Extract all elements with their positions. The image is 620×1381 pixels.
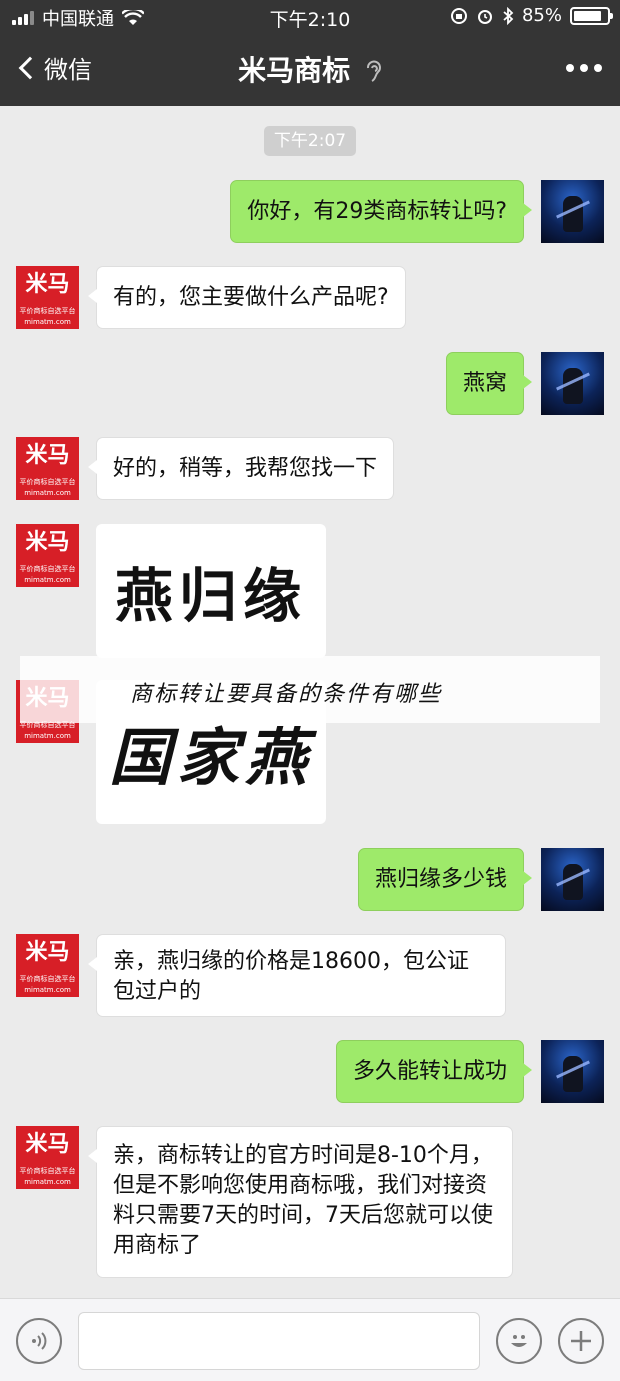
status-bar: 中国联通 下午2:10 85% bbox=[0, 0, 620, 34]
shop-avatar[interactable]: 米马平价商标自选平台 mimatm.com bbox=[16, 437, 79, 500]
battery-percent: 85% bbox=[521, 5, 562, 26]
my-avatar[interactable] bbox=[541, 1040, 604, 1103]
chat-title: 米马商标 bbox=[0, 49, 620, 89]
emoji-icon[interactable] bbox=[496, 1318, 542, 1364]
nav-bar: 微信 米马商标 bbox=[0, 36, 620, 106]
my-message-bubble[interactable]: 燕归缘多少钱 bbox=[357, 848, 533, 911]
time-divider: 下午2:07 bbox=[264, 126, 356, 156]
my-message-bubble[interactable]: 多久能转让成功 bbox=[335, 1040, 533, 1103]
status-right: 85% bbox=[450, 5, 613, 26]
my-avatar[interactable] bbox=[541, 352, 604, 415]
rotation-lock-icon bbox=[450, 7, 467, 24]
my-message-bubble[interactable]: 你好，有29类商标转让吗? bbox=[230, 180, 532, 243]
chat-title-text: 米马商标 bbox=[238, 54, 351, 87]
battery-fill bbox=[574, 10, 602, 21]
trademark-image-text: 燕归缘 bbox=[114, 562, 307, 630]
caption-overlay-text: 商标转让要具备的条件有哪些 bbox=[130, 682, 443, 707]
voice-glyph bbox=[32, 1332, 47, 1350]
plus-glyph bbox=[571, 1331, 591, 1351]
top-bar: 中国联通 下午2:10 85% 微信 米马商标 bbox=[0, 0, 620, 106]
input-bar bbox=[0, 1298, 620, 1381]
my-message-bubble[interactable]: 燕窝 bbox=[445, 352, 533, 415]
ear-icon bbox=[366, 60, 381, 82]
shop-message-bubble[interactable]: 好的，稍等，我帮您找一下 bbox=[87, 437, 395, 500]
shop-avatar[interactable]: 米马平价商标自选平台 mimatm.com bbox=[16, 1126, 79, 1189]
message-input[interactable] bbox=[78, 1312, 480, 1370]
plus-icon[interactable] bbox=[558, 1318, 604, 1364]
shop-avatar[interactable]: 米马平价商标自选平台 mimatm.com bbox=[16, 524, 79, 587]
battery-icon bbox=[570, 6, 613, 25]
my-avatar[interactable] bbox=[541, 180, 604, 243]
trademark-image[interactable]: 燕归缘 bbox=[96, 524, 326, 658]
shop-avatar[interactable]: 米马平价商标自选平台 mimatm.com bbox=[16, 934, 79, 997]
more-icon[interactable] bbox=[566, 64, 602, 72]
shop-avatar[interactable]: 米马平价商标自选平台 mimatm.com bbox=[16, 266, 79, 329]
alarm-icon bbox=[477, 9, 492, 24]
voice-icon[interactable] bbox=[16, 1318, 62, 1364]
emoji-glyph bbox=[511, 1335, 527, 1347]
shop-message-bubble[interactable]: 亲，燕归缘的价格是18600，包公证包过户的 bbox=[88, 934, 506, 1017]
shop-message-bubble[interactable]: 亲，商标转让的官方时间是8-10个月，但是不影响您使用商标哦，我们对接资料只需要… bbox=[88, 1126, 513, 1278]
bluetooth-icon bbox=[503, 6, 514, 25]
my-avatar[interactable] bbox=[541, 848, 604, 911]
shop-message-bubble[interactable]: 有的，您主要做什么产品呢? bbox=[88, 266, 406, 329]
